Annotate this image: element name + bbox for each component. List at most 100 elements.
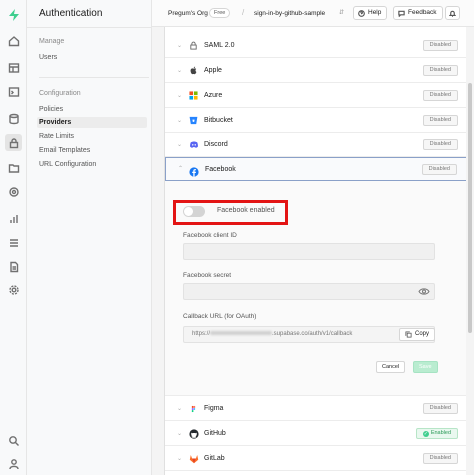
feedback-button[interactable]: Feedback <box>393 6 443 20</box>
provider-row-discord[interactable]: ⌄ Discord Disabled <box>165 133 468 157</box>
secret-input[interactable] <box>183 283 435 300</box>
redacted-project-ref <box>210 331 273 336</box>
sidebar-item-users[interactable]: Users <box>37 52 147 63</box>
storage-icon[interactable] <box>7 161 20 174</box>
provider-row-bitbucket[interactable]: ⌄ Bitbucket Disabled <box>165 109 468 133</box>
divider <box>39 77 149 78</box>
chevron-down-icon: ⌄ <box>177 142 183 148</box>
search-icon[interactable] <box>7 434 20 447</box>
table-editor-icon[interactable] <box>7 61 20 74</box>
azure-icon <box>188 90 199 101</box>
home-icon[interactable] <box>7 34 20 47</box>
chevron-up-icon: ⌃ <box>178 166 184 172</box>
provider-name: Facebook <box>205 166 236 173</box>
bell-icon <box>449 10 456 17</box>
copy-icon <box>405 331 412 338</box>
callback-url-field[interactable]: https://.supabase.co/auth/v1/callback <box>183 326 435 343</box>
help-button[interactable]: Help <box>353 6 388 20</box>
provider-name: SAML 2.0 <box>204 42 235 49</box>
facebook-enabled-toggle[interactable] <box>183 206 205 217</box>
org-name[interactable]: Pregum's Org <box>168 10 208 17</box>
plan-badge: Free <box>209 8 231 18</box>
sidebar-item-rate-limits[interactable]: Rate Limits <box>37 131 147 142</box>
cancel-button[interactable]: Cancel <box>376 361 406 373</box>
facebook-icon <box>189 164 199 182</box>
status-badge: Disabled <box>422 90 458 101</box>
divider <box>27 27 152 28</box>
client-id-label: Facebook client ID <box>183 232 237 239</box>
callback-url-value: https://.supabase.co/auth/v1/callback <box>192 331 353 337</box>
scrollbar-thumb[interactable] <box>468 83 472 333</box>
status-badge: Disabled <box>421 164 457 175</box>
auth-sidebar: Authentication Manage Users Configuratio… <box>27 0 152 475</box>
settings-icon[interactable] <box>7 283 20 296</box>
notifications-button[interactable] <box>445 6 460 20</box>
app-window: Authentication Manage Users Configuratio… <box>0 0 474 475</box>
sidebar-item-url-configuration[interactable]: URL Configuration <box>37 159 147 170</box>
provider-name: Figma <box>204 405 224 412</box>
chat-icon <box>398 10 405 17</box>
provider-row-github[interactable]: ⌄ GitHub ✓ Enabled <box>165 422 468 446</box>
edge-functions-icon[interactable] <box>7 185 20 198</box>
sidebar-title: Authentication <box>39 8 103 19</box>
provider-row-saml[interactable]: ⌄ SAML 2.0 Disabled <box>165 34 468 58</box>
provider-row-gitlab[interactable]: ⌄ GitLab Disabled <box>165 447 468 471</box>
provider-row-facebook[interactable]: ⌃ Facebook Disabled <box>165 157 468 181</box>
chevron-updown-icon[interactable]: ⇵ <box>339 9 344 16</box>
help-icon <box>358 9 365 17</box>
provider-name: Discord <box>204 141 228 148</box>
status-badge: Disabled <box>422 403 458 414</box>
provider-name: GitHub <box>204 430 226 437</box>
project-name[interactable]: sign-in-by-github-sample <box>254 10 325 17</box>
lock-icon <box>188 40 199 51</box>
provider-name: GitLab <box>204 455 225 462</box>
group-label-manage: Manage <box>39 38 65 45</box>
chevron-down-icon: ⌄ <box>177 431 183 437</box>
supabase-logo-icon[interactable] <box>7 8 20 21</box>
bitbucket-icon <box>188 115 199 126</box>
check-icon: ✓ <box>422 430 429 437</box>
breadcrumb-separator: / <box>242 8 245 17</box>
api-docs-icon[interactable] <box>7 260 20 273</box>
status-badge: Disabled <box>422 40 458 51</box>
secret-label: Facebook secret <box>183 272 232 279</box>
logs-icon[interactable] <box>7 236 20 249</box>
chevron-down-icon: ⌄ <box>177 456 183 462</box>
chevron-down-icon: ⌄ <box>177 93 183 99</box>
callback-url-label: Callback URL (for OAuth) <box>183 313 257 320</box>
feedback-label: Feedback <box>408 9 437 16</box>
gitlab-icon <box>188 453 199 464</box>
sql-editor-icon[interactable] <box>7 85 20 98</box>
authentication-icon[interactable] <box>5 134 22 151</box>
provider-row-figma[interactable]: ⌄ Figma Disabled <box>165 397 468 421</box>
eye-icon[interactable] <box>418 287 430 296</box>
sidebar-item-policies[interactable]: Policies <box>37 104 147 115</box>
user-icon[interactable] <box>7 457 20 470</box>
copy-button[interactable]: Copy <box>399 328 436 341</box>
sidebar-item-providers[interactable]: Providers <box>37 117 147 128</box>
status-badge: Disabled <box>422 139 458 150</box>
save-button[interactable]: Save <box>413 361 438 373</box>
chevron-down-icon: ⌄ <box>177 118 183 124</box>
top-header: Pregum's Org Free / sign-in-by-github-sa… <box>152 0 474 27</box>
chevron-down-icon: ⌄ <box>177 68 183 74</box>
copy-label: Copy <box>415 331 430 337</box>
scrollbar[interactable] <box>466 27 474 475</box>
chevron-down-icon: ⌄ <box>177 406 183 412</box>
provider-name: Apple <box>204 67 222 74</box>
status-badge: Disabled <box>422 65 458 76</box>
discord-icon <box>188 139 199 150</box>
client-id-input[interactable] <box>183 243 435 260</box>
group-label-configuration: Configuration <box>39 90 81 97</box>
status-badge: Disabled <box>422 115 458 126</box>
status-badge: ✓ Enabled <box>415 428 458 439</box>
reports-icon[interactable] <box>7 212 20 225</box>
chevron-down-icon: ⌄ <box>177 43 183 49</box>
sidebar-item-email-templates[interactable]: Email Templates <box>37 145 147 156</box>
provider-row-apple[interactable]: ⌄ Apple Disabled <box>165 59 468 83</box>
provider-row-azure[interactable]: ⌄ Azure Disabled <box>165 84 468 108</box>
figma-icon <box>188 403 199 414</box>
icon-rail <box>0 0 27 475</box>
database-icon[interactable] <box>7 112 20 125</box>
github-icon <box>188 428 199 439</box>
